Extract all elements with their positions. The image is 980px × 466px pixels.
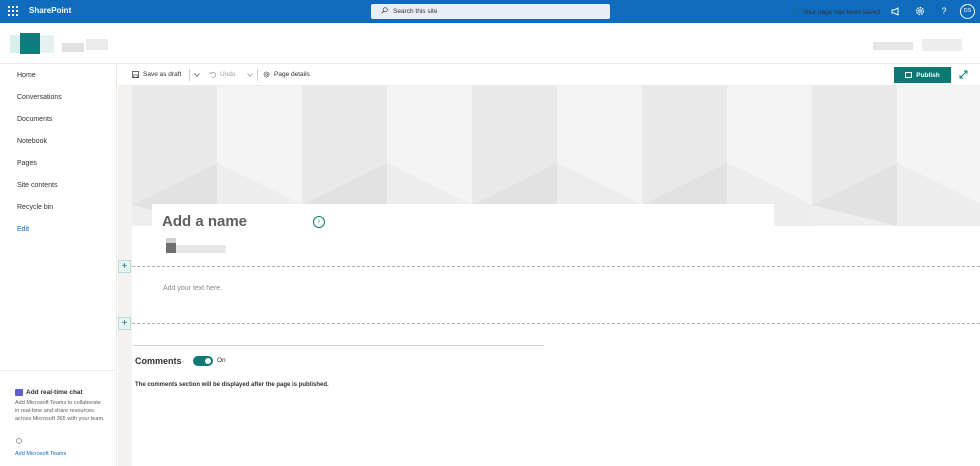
page-title-input[interactable]: Add a name [162,213,247,230]
expand-icon[interactable] [959,70,968,79]
help-icon[interactable]: ? [938,5,950,17]
add-teams-link[interactable]: Add Microsoft Teams [15,451,66,457]
redacted-header-item [873,42,913,50]
page-details-label: Page details [274,71,310,78]
teams-icon [15,389,23,396]
site-logo[interactable] [20,33,40,54]
gear-icon [263,71,270,78]
comments-toggle[interactable] [193,356,213,366]
toggle-knob [205,358,211,364]
publish-label: Publish [916,71,940,79]
undo-button[interactable]: Undo [209,71,236,78]
save-status-text: Your page has been saved [802,8,880,16]
chevron-down-icon[interactable] [247,72,253,78]
site-logo-part [10,35,20,53]
checkmark-icon: ✓ [792,9,798,16]
section-divider [132,323,980,324]
add-section-button[interactable]: + [118,317,131,330]
save-icon [132,71,139,78]
add-section-button[interactable]: + [118,260,131,273]
redacted-site-name [86,39,108,50]
search-box[interactable] [371,4,610,19]
nav-item-site-contents[interactable]: Site contents [17,182,57,189]
waffle-icon[interactable] [8,6,18,16]
undo-icon [209,71,216,78]
info-icon[interactable]: i [313,216,325,228]
page-details-button[interactable]: Page details [263,71,310,78]
divider [189,69,190,81]
chevron-down-icon[interactable] [194,72,200,78]
comments-divider [133,345,544,346]
info-icon[interactable] [16,438,22,444]
redacted-author [176,245,226,253]
section-divider [132,266,980,267]
comments-title: Comments [135,356,182,366]
publish-icon [905,72,913,78]
search-icon [381,7,388,14]
nav-item-documents[interactable]: Documents [17,116,52,123]
canvas-gutter [118,86,132,466]
site-logo-part [40,35,54,53]
comments-note: The comments section will be displayed a… [135,382,329,388]
redacted-author [166,243,176,253]
nav-item-home[interactable]: Home [17,72,36,79]
nav-item-notebook[interactable]: Notebook [17,138,47,145]
redacted-header-item [922,39,962,51]
nav-edit-link[interactable]: Edit [17,226,29,233]
text-webpart-placeholder[interactable]: Add your text here. [163,285,222,292]
save-draft-button[interactable]: Save as draft [132,71,181,78]
nav-item-conversations[interactable]: Conversations [17,94,62,101]
chat-title-text: Add real-time chat [26,389,83,396]
chat-title: Add real-time chat [15,389,83,396]
left-nav: Home Conversations Documents Notebook Pa… [0,64,117,466]
redacted-site-name [62,43,84,52]
undo-label: Undo [220,71,236,78]
site-header [0,23,980,64]
real-time-chat-panel: Add real-time chat Add Microsoft Teams t… [0,370,117,466]
nav-item-pages[interactable]: Pages [17,160,37,167]
megaphone-icon[interactable] [890,5,902,17]
chat-description: Add Microsoft Teams to collaborate in re… [15,400,105,422]
command-bar: Save as draft Undo Page details [118,64,980,86]
save-draft-label: Save as draft [143,71,182,78]
save-status: ✓ Your page has been saved [792,8,880,17]
comments-toggle-label: On [217,357,226,364]
gear-icon[interactable] [914,5,926,17]
nav-item-recycle-bin[interactable]: Recycle bin [17,204,53,211]
app-name[interactable]: SharePoint [29,6,71,15]
publish-button[interactable]: Publish [894,67,951,83]
avatar[interactable]: DS [960,4,975,19]
divider [257,69,258,81]
search-input[interactable] [393,6,593,17]
